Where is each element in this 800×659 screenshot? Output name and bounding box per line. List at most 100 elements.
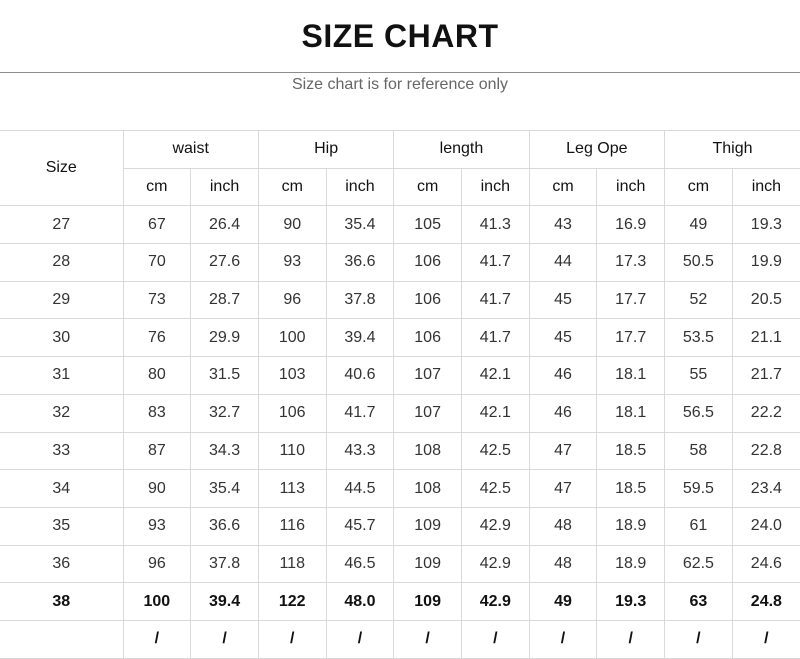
table-cell: 107	[393, 356, 462, 395]
table-cell: 29.9	[190, 318, 259, 358]
table-cell: 18.1	[596, 356, 666, 395]
table-cell: 41.7	[460, 280, 530, 320]
table-cell: 49	[528, 582, 598, 621]
table-row: 27 67 26.4 90 35.4 105 41.3 43 16.9 49 19.3	[0, 205, 800, 245]
table-cell: 103	[257, 356, 327, 395]
table-cell: 42.9	[460, 544, 530, 584]
table-row: 30 76 29.9 100 39.4 106 41.7 45 17.7 53.5 21.1	[0, 318, 800, 358]
table-cell: 16.9	[596, 205, 666, 245]
unit-header: cm	[664, 167, 733, 207]
table-cell: /	[325, 619, 395, 659]
table-cell: 34.3	[190, 431, 259, 471]
size-cell: 27	[0, 205, 124, 245]
table-cell: 46.5	[325, 544, 395, 584]
table-cell: 37.8	[325, 280, 395, 320]
table-cell: /	[664, 619, 733, 659]
size-cell: 38	[0, 582, 124, 621]
table-cell: 49	[664, 205, 733, 245]
table-body: 27 67 26.4 90 35.4 105 41.3 43 16.9 49 19.3 28 70 27.…	[0, 205, 800, 659]
table-cell: 53.5	[664, 318, 733, 358]
table-cell: 96	[257, 280, 327, 320]
table-cell: 22.8	[731, 431, 800, 471]
table-cell: 42.5	[460, 469, 530, 508]
table-cell: 61	[664, 506, 733, 546]
table-cell: 96	[122, 544, 192, 584]
unit-header: inch	[460, 167, 530, 207]
table-cell: 106	[393, 243, 462, 282]
table-cell: 73	[122, 280, 192, 320]
table-cell: 106	[393, 280, 462, 320]
size-cell: 36	[0, 544, 124, 584]
table-cell: 27.6	[190, 243, 259, 282]
table-cell: 19.3	[731, 205, 800, 245]
table-cell: 35.4	[190, 469, 259, 508]
table-row: 28 70 27.6 93 36.6 106 41.7 44 17.3 50.5 19.9	[0, 243, 800, 282]
table-cell: 40.6	[325, 356, 395, 395]
table-cell: 106	[257, 393, 327, 433]
table-row: 32 83 32.7 106 41.7 107 42.1 46 18.1 56.5 22.2	[0, 393, 800, 433]
table-cell: 18.5	[596, 431, 666, 471]
table-cell: 36.6	[190, 506, 259, 546]
table-cell: 109	[393, 582, 462, 621]
table-cell: 46	[528, 356, 598, 395]
table-row: / / / / / / / / / /	[0, 619, 800, 659]
table-cell: 41.7	[325, 393, 395, 433]
table-cell: 46	[528, 393, 598, 433]
table-cell: 109	[393, 506, 462, 546]
unit-header: cm	[528, 167, 598, 207]
table-cell: 80	[122, 356, 192, 395]
unit-header: cm	[257, 167, 327, 207]
size-cell: 28	[0, 243, 124, 282]
table-cell: 24.8	[731, 582, 800, 621]
table-cell: /	[122, 619, 192, 659]
table-cell: 90	[122, 469, 192, 508]
table-cell: 106	[393, 318, 462, 358]
group-header-leg-opening: Leg Ope	[528, 130, 666, 169]
table-cell: 56.5	[664, 393, 733, 433]
table-cell: 24.6	[731, 544, 800, 584]
unit-header: inch	[731, 167, 800, 207]
table-cell: 108	[393, 469, 462, 508]
table-cell: 19.9	[731, 243, 800, 282]
page-title: SIZE CHART	[301, 18, 499, 54]
unit-header: inch	[596, 167, 666, 207]
table-cell: 70	[122, 243, 192, 282]
table-cell: 42.5	[460, 431, 530, 471]
table-cell: 18.9	[596, 506, 666, 546]
table-cell: 122	[257, 582, 327, 621]
table-cell: 62.5	[664, 544, 733, 584]
table-cell: 93	[122, 506, 192, 546]
table-cell: 39.4	[325, 318, 395, 358]
table-cell: 17.7	[596, 280, 666, 320]
table-cell: 118	[257, 544, 327, 584]
table-cell: /	[393, 619, 462, 659]
table-cell: 35.4	[325, 205, 395, 245]
table-cell: 100	[257, 318, 327, 358]
table-cell: 67	[122, 205, 192, 245]
table-cell: 41.7	[460, 243, 530, 282]
table-cell: 108	[393, 431, 462, 471]
table-cell: 18.1	[596, 393, 666, 433]
table-cell: 76	[122, 318, 192, 358]
table-cell: 50.5	[664, 243, 733, 282]
table-cell: 21.1	[731, 318, 800, 358]
table-cell: /	[190, 619, 259, 659]
table-cell: 48	[528, 544, 598, 584]
size-cell: 30	[0, 318, 124, 358]
table-cell: 48	[528, 506, 598, 546]
table-cell: 42.1	[460, 356, 530, 395]
table-cell: 42.9	[460, 506, 530, 546]
table-cell: 110	[257, 431, 327, 471]
group-header-length: length	[393, 130, 530, 169]
table-cell: 39.4	[190, 582, 259, 621]
table-row: 38 100 39.4 122 48.0 109 42.9 49 19.3 63 24.8	[0, 582, 800, 621]
table-cell: 113	[257, 469, 327, 508]
table-row: 34 90 35.4 113 44.5 108 42.5 47 18.5 59.5 23.4	[0, 469, 800, 508]
table-cell: /	[528, 619, 598, 659]
table-cell: 32.7	[190, 393, 259, 433]
table-cell: 43	[528, 205, 598, 245]
group-header-waist: waist	[122, 130, 259, 169]
table-cell: 45	[528, 318, 598, 358]
size-chart-table: Size waist Hip length Leg Ope Thigh cm i…	[0, 129, 800, 659]
table-cell: 41.7	[460, 318, 530, 358]
